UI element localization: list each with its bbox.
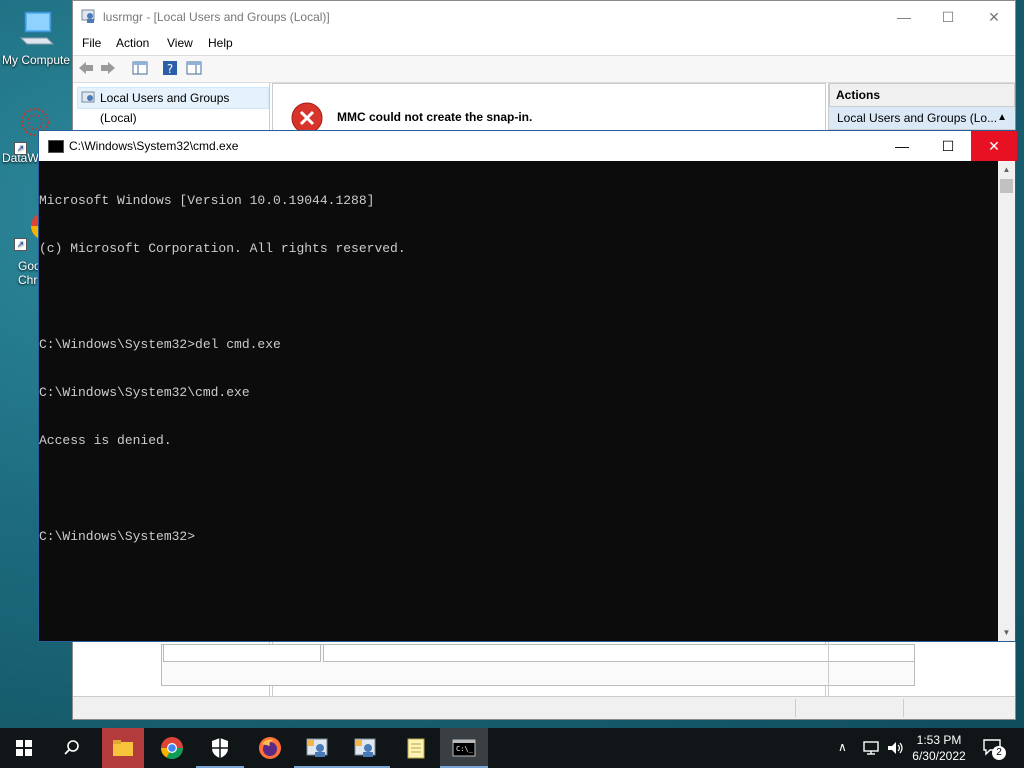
taskbar-app-mmc-1[interactable]	[294, 728, 342, 768]
console-line: C:\Windows\System32\cmd.exe	[39, 385, 250, 400]
statusbar-divider	[903, 699, 904, 717]
mmc-statusbar	[73, 696, 1015, 719]
windows-logo-icon	[16, 740, 32, 756]
taskbar: C:\_ ∧ 1:53 PM 6/30/2022 2	[0, 728, 1024, 768]
menu-action[interactable]: Action	[116, 36, 149, 50]
console-line: (c) Microsoft Corporation. All rights re…	[39, 241, 406, 256]
notification-center-button[interactable]: 2	[980, 736, 1010, 760]
taskbar-app-firefox[interactable]	[246, 728, 294, 768]
collapse-up-icon[interactable]: ▲	[997, 107, 1007, 129]
show-action-pane-icon[interactable]	[185, 59, 203, 77]
volume-icon[interactable]	[886, 740, 904, 756]
scroll-up-icon[interactable]: ▲	[998, 161, 1015, 178]
show-hidden-icons-button[interactable]: ∧	[838, 740, 847, 754]
users-icon	[81, 91, 95, 103]
dialog-panel-right	[323, 644, 915, 662]
console-output[interactable]: Microsoft Windows [Version 10.0.19044.12…	[39, 161, 999, 641]
back-arrow-icon[interactable]	[77, 59, 95, 77]
statusbar-divider	[795, 699, 796, 717]
start-button[interactable]	[0, 728, 48, 768]
maximize-button[interactable]: ☐	[925, 1, 971, 33]
menu-file[interactable]: File	[82, 36, 101, 50]
taskbar-app-notepad[interactable]	[392, 728, 440, 768]
mmc-toolbar: ?	[73, 55, 1015, 83]
mmc-titlebar[interactable]: lusrmgr - [Local Users and Groups (Local…	[73, 1, 1015, 33]
console-line: C:\Windows\System32>del cmd.exe	[39, 337, 281, 352]
minimize-button[interactable]: —	[881, 1, 927, 33]
dialog-panel-left	[163, 644, 321, 662]
notification-badge: 2	[992, 746, 1006, 760]
minimize-button[interactable]: —	[879, 131, 925, 161]
vertical-scrollbar[interactable]: ▲ ▼	[998, 161, 1015, 641]
firefox-icon	[259, 737, 281, 759]
actions-header: Actions	[829, 83, 1015, 107]
forward-arrow-icon[interactable]	[99, 59, 117, 77]
console-line: Microsoft Windows [Version 10.0.19044.12…	[39, 193, 375, 208]
cmd-titlebar[interactable]: C:\Windows\System32\cmd.exe — ☐ ✕	[39, 131, 1017, 161]
users-icon	[81, 9, 95, 23]
network-icon[interactable]	[862, 740, 880, 756]
menu-view[interactable]: View	[167, 36, 193, 50]
error-message: MMC could not create the snap-in.	[337, 110, 533, 124]
menu-help[interactable]: Help	[208, 36, 233, 50]
scrollbar-thumb[interactable]	[1000, 179, 1013, 193]
computer-icon	[19, 11, 55, 45]
mmc-icon	[354, 738, 376, 757]
clock-time[interactable]: 1:53 PM	[904, 733, 974, 747]
taskbar-app-chrome[interactable]	[148, 728, 196, 768]
tree-item-label: Local Users and Groups (Local)	[100, 91, 230, 125]
chrome-icon	[161, 737, 183, 759]
help-icon[interactable]: ?	[161, 59, 179, 77]
scroll-down-icon[interactable]: ▼	[998, 624, 1015, 641]
folder-icon	[113, 740, 133, 756]
taskbar-app-security[interactable]	[196, 728, 244, 768]
notepad-icon	[407, 738, 425, 759]
mmc-menubar: File Action View Help	[73, 33, 1015, 55]
svg-text:C:\_: C:\_	[456, 745, 474, 753]
taskbar-app-mmc-2[interactable]	[342, 728, 390, 768]
actions-item-label: Local Users and Groups (Lo...	[837, 111, 998, 125]
mmc-title: lusrmgr - [Local Users and Groups (Local…	[103, 10, 330, 24]
console-prompt[interactable]: C:\Windows\System32>	[39, 529, 999, 545]
mmc-icon	[306, 738, 328, 757]
desktop-icon-my-computer[interactable]: My Compute	[2, 8, 72, 67]
taskbar-app-file-explorer[interactable]	[102, 728, 144, 768]
desktop-icon-label: My Compute	[2, 53, 71, 67]
maximize-button[interactable]: ☐	[925, 131, 971, 161]
console-line: Access is denied.	[39, 433, 172, 448]
close-button[interactable]: ✕	[971, 1, 1017, 33]
svg-text:?: ?	[167, 62, 173, 76]
search-button[interactable]	[48, 728, 96, 768]
search-icon	[64, 740, 79, 755]
shield-icon	[212, 738, 228, 758]
clock-date[interactable]: 6/30/2022	[904, 749, 974, 763]
show-hide-tree-icon[interactable]	[131, 59, 149, 77]
cmd-icon: C:\_	[452, 739, 476, 757]
actions-item-local-users-groups[interactable]: Local Users and Groups (Lo... ▲	[829, 107, 1015, 130]
shortcut-arrow-icon: ↗	[14, 142, 27, 155]
cmd-icon	[48, 140, 64, 153]
taskbar-app-cmd[interactable]: C:\_	[440, 728, 488, 768]
cmd-window[interactable]: C:\Windows\System32\cmd.exe — ☐ ✕ Micros…	[38, 130, 1017, 642]
cmd-title: C:\Windows\System32\cmd.exe	[69, 139, 239, 153]
tree-item-local-users-groups[interactable]: Local Users and Groups (Local)	[77, 87, 269, 125]
close-button[interactable]: ✕	[971, 131, 1017, 161]
shortcut-arrow-icon: ↗	[14, 238, 27, 251]
